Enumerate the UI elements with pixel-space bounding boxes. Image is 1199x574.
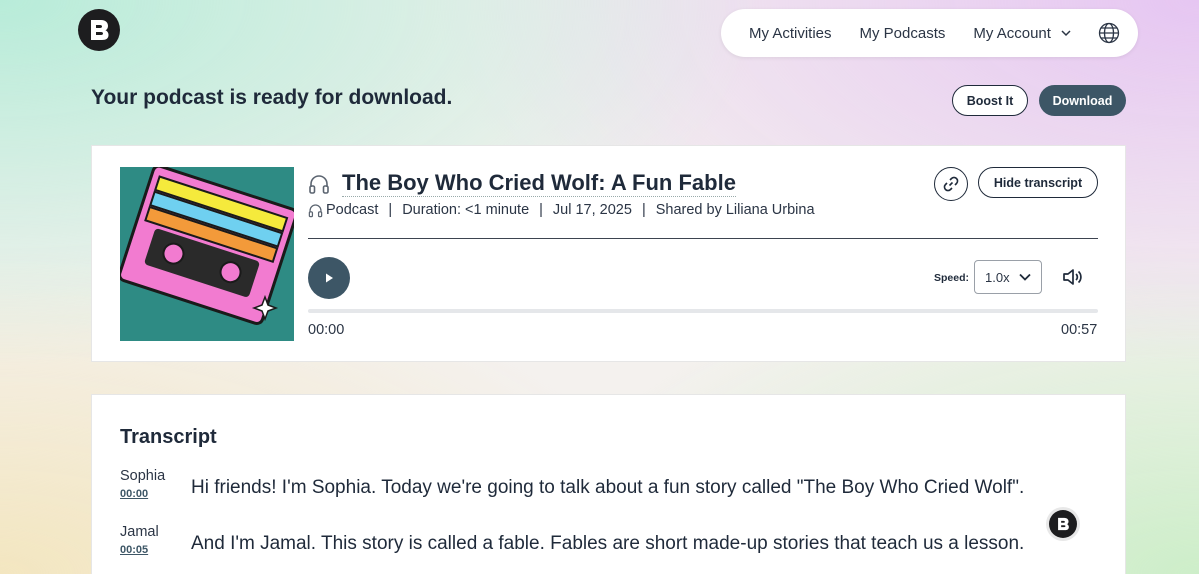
nav-my-account[interactable]: My Account: [973, 25, 1071, 42]
podcast-title-row: The Boy Who Cried Wolf: A Fun Fable: [308, 170, 736, 197]
podcast-meta: Podcast | Duration: <1 minute | Jul 17, …: [308, 202, 815, 218]
logo-icon[interactable]: [78, 9, 120, 51]
podcast-title[interactable]: The Boy Who Cried Wolf: A Fun Fable: [342, 170, 736, 197]
speaker-name: Sophia: [120, 468, 166, 484]
transcript-card: Transcript Sophia 00:00 Hi friends! I'm …: [91, 394, 1126, 574]
chevron-down-icon: [1061, 29, 1071, 36]
top-nav: My Activities My Podcasts My Account: [721, 9, 1138, 57]
nav-my-activities[interactable]: My Activities: [749, 25, 832, 42]
volume-icon[interactable]: [1062, 266, 1084, 288]
meta-separator: |: [641, 202, 646, 218]
timestamp-link[interactable]: 00:00: [120, 488, 148, 500]
hide-transcript-button[interactable]: Hide transcript: [978, 167, 1098, 198]
globe-icon[interactable]: [1098, 22, 1120, 44]
podcast-card: The Boy Who Cried Wolf: A Fun Fable Podc…: [91, 145, 1126, 362]
meta-separator: |: [539, 202, 543, 218]
podcast-duration: Duration: <1 minute: [402, 202, 530, 218]
floating-logo-button[interactable]: [1049, 510, 1077, 538]
timestamp-link[interactable]: 00:05: [120, 544, 148, 556]
transcript-text: Hi friends! I'm Sophia. Today we're goin…: [191, 477, 1025, 498]
podcast-shared-by: Shared by Liliana Urbina: [655, 202, 815, 218]
total-time: 00:57: [1061, 322, 1098, 338]
boost-button[interactable]: Boost It: [952, 85, 1028, 116]
play-icon: [326, 273, 333, 283]
speed-value: 1.0x: [985, 269, 1010, 285]
progress-bar[interactable]: [308, 309, 1098, 313]
nav-my-account-label: My Account: [973, 24, 1051, 42]
link-icon: [943, 176, 959, 192]
headphones-icon: [308, 204, 323, 217]
podcast-type: Podcast: [326, 202, 379, 218]
play-button[interactable]: [308, 257, 350, 299]
divider: [308, 238, 1098, 239]
chevron-down-icon: [1019, 273, 1031, 281]
logo-icon: [1058, 517, 1069, 531]
current-time: 00:00: [308, 322, 345, 338]
nav-my-podcasts[interactable]: My Podcasts: [860, 25, 946, 42]
podcast-date: Jul 17, 2025: [552, 202, 632, 218]
transcript-text: And I'm Jamal. This story is called a fa…: [191, 533, 1025, 554]
transcript-heading: Transcript: [120, 426, 217, 448]
copy-link-button[interactable]: [934, 167, 968, 201]
speed-select[interactable]: 1.0x: [974, 260, 1042, 294]
speed-label: Speed:: [934, 272, 970, 284]
page-title: Your podcast is ready for download.: [91, 86, 453, 109]
download-button[interactable]: Download: [1039, 85, 1126, 116]
podcast-cover-image: [120, 167, 294, 341]
headphones-icon: [309, 174, 329, 194]
speaker-name: Jamal: [120, 524, 159, 540]
meta-separator: |: [388, 202, 393, 218]
